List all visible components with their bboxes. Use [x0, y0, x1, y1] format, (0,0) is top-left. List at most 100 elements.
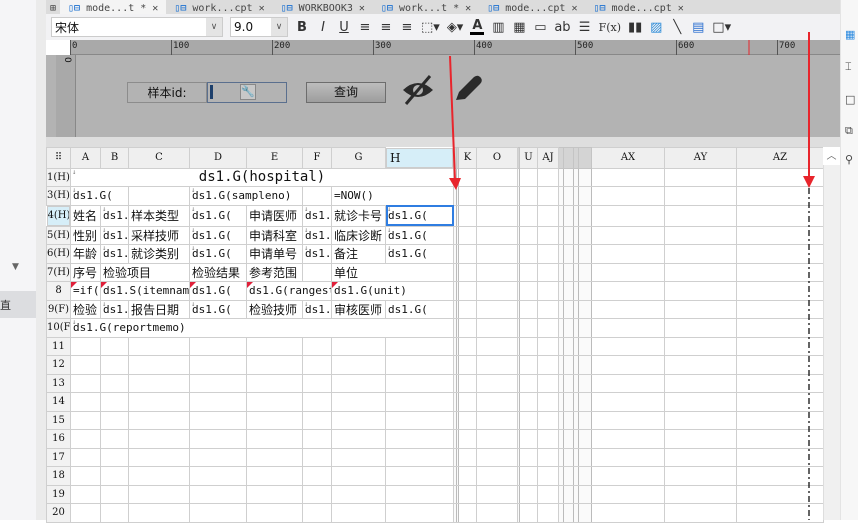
cell[interactable] [100, 503, 129, 523]
cell[interactable] [519, 447, 538, 467]
cell[interactable]: ↓ ds1. [100, 299, 129, 319]
cell[interactable] [563, 244, 574, 264]
cell[interactable]: 申请医师 [246, 204, 303, 227]
cell[interactable] [476, 318, 518, 338]
cell[interactable] [736, 410, 824, 430]
cell[interactable]: ↓ ds1. [302, 204, 332, 227]
left-panel-selected-item[interactable]: 直 [0, 291, 36, 318]
cell[interactable] [331, 410, 386, 430]
cell[interactable] [331, 503, 386, 523]
cell[interactable] [189, 503, 247, 523]
cell[interactable] [578, 447, 592, 467]
cell[interactable] [458, 186, 477, 206]
search-icon[interactable]: ⚲ [845, 153, 853, 166]
cell[interactable] [476, 466, 518, 486]
cell[interactable] [302, 392, 332, 412]
cell[interactable] [519, 225, 538, 245]
cell[interactable] [736, 336, 824, 356]
cell[interactable] [128, 410, 190, 430]
column-header-hidden[interactable] [578, 147, 592, 169]
cell[interactable] [736, 318, 824, 338]
cell[interactable] [476, 429, 518, 449]
cell[interactable] [302, 373, 332, 393]
cell[interactable] [519, 466, 538, 486]
cell[interactable] [246, 484, 303, 504]
cell[interactable] [246, 336, 303, 356]
cell[interactable]: ds1.G( [385, 299, 454, 319]
column-header-E[interactable]: E [246, 147, 303, 169]
vertical-scrollbar[interactable] [823, 147, 840, 520]
cell[interactable] [563, 392, 574, 412]
cell[interactable] [519, 204, 538, 227]
cell[interactable] [476, 262, 518, 282]
cell[interactable] [519, 392, 538, 412]
chart-icon[interactable]: ▮▮ [628, 20, 642, 35]
split-cells-icon[interactable]: ▦ [512, 20, 526, 35]
row-header[interactable]: 7(H) [46, 262, 71, 282]
image-icon[interactable]: ▨ [649, 20, 663, 35]
cell[interactable] [302, 186, 332, 206]
cell[interactable] [563, 281, 574, 301]
formula-button[interactable]: F(x) [599, 21, 621, 34]
cell[interactable] [519, 244, 538, 264]
cell[interactable] [476, 447, 518, 467]
cell[interactable] [458, 503, 477, 523]
close-icon[interactable]: ✕ [359, 3, 365, 14]
cell[interactable] [189, 392, 247, 412]
cell[interactable] [563, 410, 574, 430]
row-header[interactable]: 11 [46, 336, 71, 356]
cell[interactable] [664, 373, 737, 393]
tab-5[interactable]: ▯⊟ mode...cpt ✕ [585, 0, 691, 14]
cell[interactable]: ↓ ds1.G( [385, 204, 454, 227]
cell[interactable]: 临床诊断 [331, 225, 386, 245]
cell[interactable]: ds1.S(itemname [100, 281, 190, 301]
cell[interactable] [246, 466, 303, 486]
row-header[interactable]: 1(H) [46, 167, 71, 187]
cell[interactable] [591, 336, 665, 356]
row-header[interactable]: 9(F) [46, 299, 71, 319]
align-left-icon[interactable]: ≡ [358, 20, 372, 35]
cell[interactable] [246, 355, 303, 375]
cell[interactable] [578, 244, 592, 264]
panel-divider[interactable] [36, 0, 46, 520]
cell[interactable] [476, 167, 518, 187]
cell[interactable] [476, 410, 518, 430]
cell[interactable] [537, 429, 559, 449]
cell[interactable]: ds1.G(unit) [331, 281, 454, 301]
cell[interactable]: 审核医师 [331, 299, 386, 319]
cell[interactable] [591, 373, 665, 393]
cell[interactable] [458, 281, 477, 301]
cell[interactable] [563, 373, 574, 393]
cell[interactable] [476, 355, 518, 375]
cell[interactable]: 姓名 [70, 204, 101, 227]
cell[interactable] [591, 204, 665, 227]
row-header[interactable]: 20 [46, 503, 71, 523]
cell[interactable]: 检验项目 [100, 262, 190, 282]
cell[interactable] [302, 503, 332, 523]
cell[interactable] [664, 186, 737, 206]
cell[interactable] [563, 318, 574, 338]
cell[interactable] [189, 410, 247, 430]
new-tab-button[interactable]: ⊞ [46, 0, 60, 14]
cell[interactable] [128, 336, 190, 356]
cell[interactable]: =if( [70, 281, 101, 301]
cell[interactable] [331, 392, 386, 412]
cell[interactable] [591, 281, 665, 301]
cell[interactable] [128, 466, 190, 486]
cell[interactable] [385, 503, 454, 523]
cell[interactable] [736, 262, 824, 282]
cell[interactable] [189, 466, 247, 486]
cell[interactable] [563, 503, 574, 523]
cell[interactable] [591, 429, 665, 449]
cell[interactable] [458, 299, 477, 319]
cell[interactable] [537, 392, 559, 412]
cell[interactable] [664, 466, 737, 486]
cell[interactable] [458, 429, 477, 449]
widget-property-icon[interactable]: □ [845, 93, 855, 106]
cell[interactable] [302, 429, 332, 449]
column-header-AX[interactable]: AX [591, 147, 665, 169]
underline-button[interactable]: U [337, 20, 351, 35]
border-icon[interactable]: ⬚▾ [421, 20, 440, 35]
cell[interactable] [664, 318, 737, 338]
cell[interactable] [664, 355, 737, 375]
